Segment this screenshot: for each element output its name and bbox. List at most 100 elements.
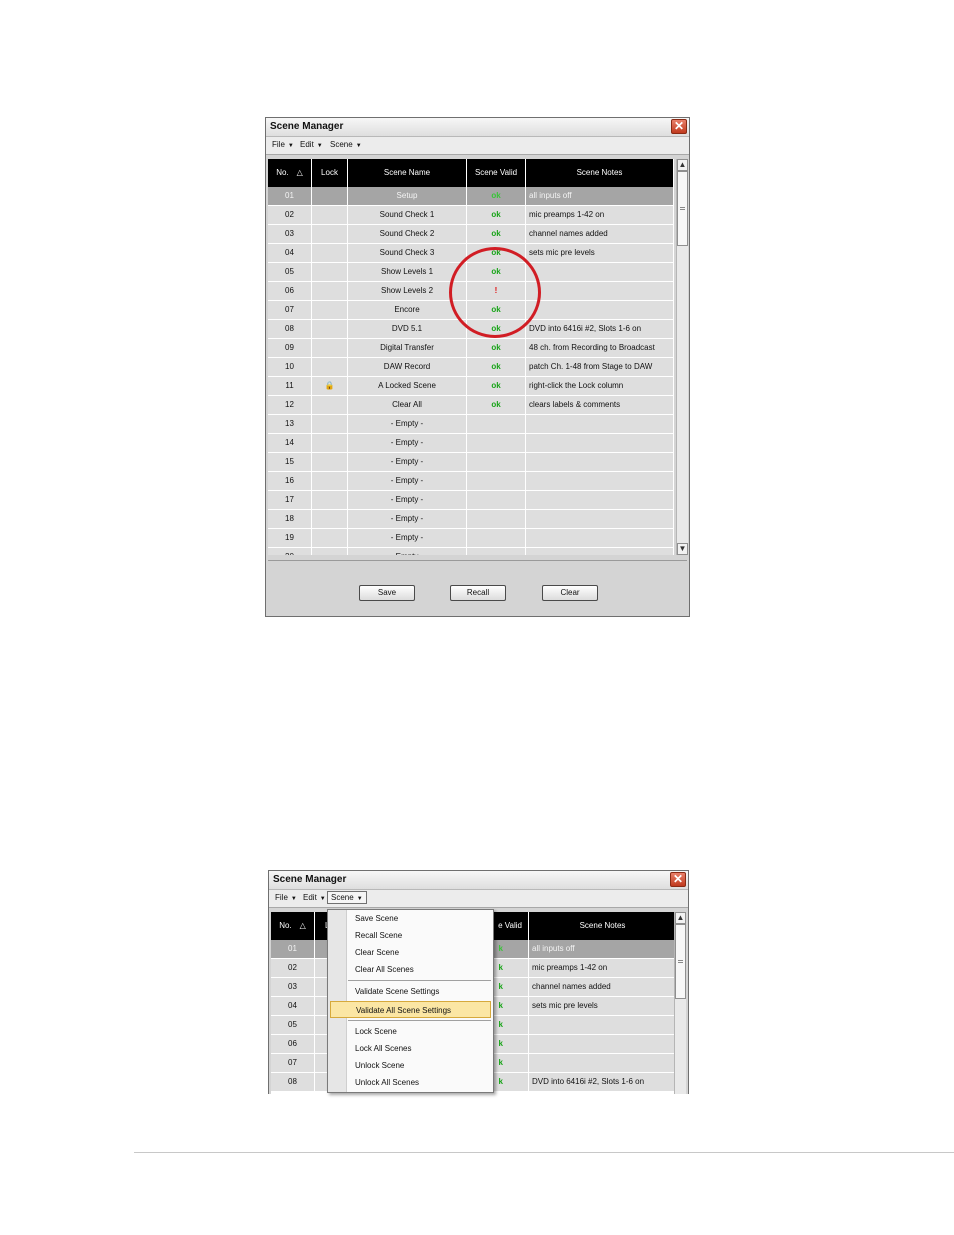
table-row[interactable]: 17 - Empty - <box>268 491 674 510</box>
menu-item-save-scene[interactable]: Save Scene <box>328 910 493 927</box>
menu-item-lock-scene[interactable]: Lock Scene <box>328 1023 493 1040</box>
table-row[interactable]: 12 Clear All ok clears labels & comments <box>268 396 674 415</box>
cell-lock[interactable] <box>312 339 348 358</box>
menu-scene[interactable]: Scene ▼ <box>330 140 362 149</box>
cell-scene-name: - Empty - <box>348 453 467 472</box>
save-button[interactable]: Save <box>359 585 415 601</box>
column-header-scene-notes[interactable]: Scene Notes <box>529 912 677 940</box>
column-header-no[interactable]: No. △ <box>268 159 312 187</box>
cell-scene-valid <box>467 510 526 529</box>
menu-item-validate-scene-settings[interactable]: Validate Scene Settings <box>328 983 493 1000</box>
chevron-down-icon: ▼ <box>290 896 297 902</box>
menu-scene[interactable]: Scene ▼ <box>327 891 367 904</box>
column-header-lock[interactable]: Lock <box>312 159 348 187</box>
cell-scene-name: - Empty - <box>348 472 467 491</box>
close-button[interactable]: ✕ <box>671 119 687 134</box>
cell-scene-notes <box>529 1054 677 1073</box>
cell-number: 03 <box>271 978 315 997</box>
table-row[interactable]: 01 Setup ok all inputs off <box>268 187 674 206</box>
recall-button[interactable]: Recall <box>450 585 506 601</box>
table-row[interactable]: 02 Sound Check 1 ok mic preamps 1-42 on <box>268 206 674 225</box>
menu-file[interactable]: File ▼ <box>275 893 297 902</box>
menu-item-unlock-all-scenes[interactable]: Unlock All Scenes <box>328 1074 493 1091</box>
cell-scene-notes: sets mic pre levels <box>526 244 674 263</box>
table-row[interactable]: 09 Digital Transfer ok 48 ch. from Recordin… <box>268 339 674 358</box>
cell-lock[interactable] <box>312 491 348 510</box>
scrollbar-thumb[interactable] <box>675 924 686 999</box>
scrollbar-thumb[interactable] <box>677 171 688 246</box>
menu-item-unlock-scene[interactable]: Unlock Scene <box>328 1057 493 1074</box>
cell-lock[interactable] <box>312 415 348 434</box>
close-button[interactable]: ✕ <box>670 872 686 887</box>
cell-lock[interactable] <box>312 263 348 282</box>
column-header-scene-valid[interactable]: Scene Valid <box>467 159 526 187</box>
scroll-up-arrow-icon[interactable]: ▲ <box>677 159 688 171</box>
table-row[interactable]: 18 - Empty - <box>268 510 674 529</box>
cell-lock[interactable] <box>312 472 348 491</box>
menu-item-lock-all-scenes[interactable]: Lock All Scenes <box>328 1040 493 1057</box>
menu-edit-label: Edit <box>300 140 314 149</box>
cell-scene-notes: DVD into 6416i #2, Slots 1-6 on <box>526 320 674 339</box>
table-row[interactable]: 16 - Empty - <box>268 472 674 491</box>
cell-lock[interactable] <box>312 548 348 555</box>
table-row[interactable]: 15 - Empty - <box>268 453 674 472</box>
cell-lock[interactable] <box>312 225 348 244</box>
cell-lock[interactable] <box>312 301 348 320</box>
cell-lock[interactable] <box>312 244 348 263</box>
vertical-scrollbar[interactable]: ▲ <box>674 912 686 1094</box>
cell-lock[interactable] <box>312 434 348 453</box>
scroll-down-arrow-icon[interactable]: ▼ <box>677 543 688 555</box>
table-header: No. △ Lock Scene Name Scene Valid Scene N… <box>268 159 674 187</box>
close-icon: ✕ <box>672 872 684 886</box>
cell-lock[interactable] <box>312 510 348 529</box>
clear-button[interactable]: Clear <box>542 585 598 601</box>
scene-menu-dropdown: Save Scene Recall Scene Clear Scene Clea… <box>327 909 494 1093</box>
scroll-up-arrow-icon[interactable]: ▲ <box>675 912 686 924</box>
menu-edit[interactable]: Edit ▼ <box>303 893 326 902</box>
cell-scene-notes: channel names added <box>529 978 677 997</box>
cell-lock[interactable] <box>312 320 348 339</box>
menu-item-recall-scene[interactable]: Recall Scene <box>328 927 493 944</box>
cell-scene-valid <box>467 472 526 491</box>
scene-manager-window: Scene Manager ✕ File ▼ Edit ▼ Scene ▼ No. △ … <box>265 117 690 617</box>
cell-scene-notes: mic preamps 1-42 on <box>526 206 674 225</box>
table-row[interactable]: 03 Sound Check 2 ok channel names added <box>268 225 674 244</box>
menu-item-clear-all-scenes[interactable]: Clear All Scenes <box>328 961 493 978</box>
table-row[interactable]: 20 - Empty - <box>268 548 674 555</box>
column-header-no[interactable]: No. △ <box>271 912 315 940</box>
cell-scene-notes: patch Ch. 1-48 from Stage to DAW <box>526 358 674 377</box>
cell-number: 01 <box>271 940 315 959</box>
cell-scene-notes: clears labels & comments <box>526 396 674 415</box>
cell-scene-valid: ok <box>467 396 526 415</box>
lock-icon[interactable]: 🔒 <box>312 377 348 396</box>
cell-lock[interactable] <box>312 206 348 225</box>
cell-number: 11 <box>268 377 312 396</box>
menu-file-label: File <box>272 140 285 149</box>
table-row[interactable]: 10 DAW Record ok patch Ch. 1-48 from Stage … <box>268 358 674 377</box>
cell-lock[interactable] <box>312 529 348 548</box>
cell-lock[interactable] <box>312 358 348 377</box>
cell-number: 16 <box>268 472 312 491</box>
menu-item-validate-all-scene-settings[interactable]: Validate All Scene Settings <box>330 1001 491 1018</box>
cell-number: 12 <box>268 396 312 415</box>
table-row[interactable]: 19 - Empty - <box>268 529 674 548</box>
column-header-scene-name[interactable]: Scene Name <box>348 159 467 187</box>
table-row[interactable]: 11 🔒 A Locked Scene ok right-click the Lock … <box>268 377 674 396</box>
cell-scene-notes <box>529 1035 677 1054</box>
cell-lock[interactable] <box>312 187 348 206</box>
grip-line <box>680 207 685 208</box>
cell-lock[interactable] <box>312 282 348 301</box>
menu-edit[interactable]: Edit ▼ <box>300 140 323 149</box>
menu-file[interactable]: File ▼ <box>272 140 294 149</box>
table-row[interactable]: 14 - Empty - <box>268 434 674 453</box>
vertical-scrollbar[interactable]: ▲ ▼ <box>676 159 688 555</box>
table-row[interactable]: 13 - Empty - <box>268 415 674 434</box>
menu-item-clear-scene[interactable]: Clear Scene <box>328 944 493 961</box>
cell-number: 18 <box>268 510 312 529</box>
cell-scene-notes <box>529 1016 677 1035</box>
column-header-scene-notes[interactable]: Scene Notes <box>526 159 674 187</box>
cell-lock[interactable] <box>312 396 348 415</box>
cell-scene-notes <box>526 263 674 282</box>
cell-number: 19 <box>268 529 312 548</box>
cell-lock[interactable] <box>312 453 348 472</box>
